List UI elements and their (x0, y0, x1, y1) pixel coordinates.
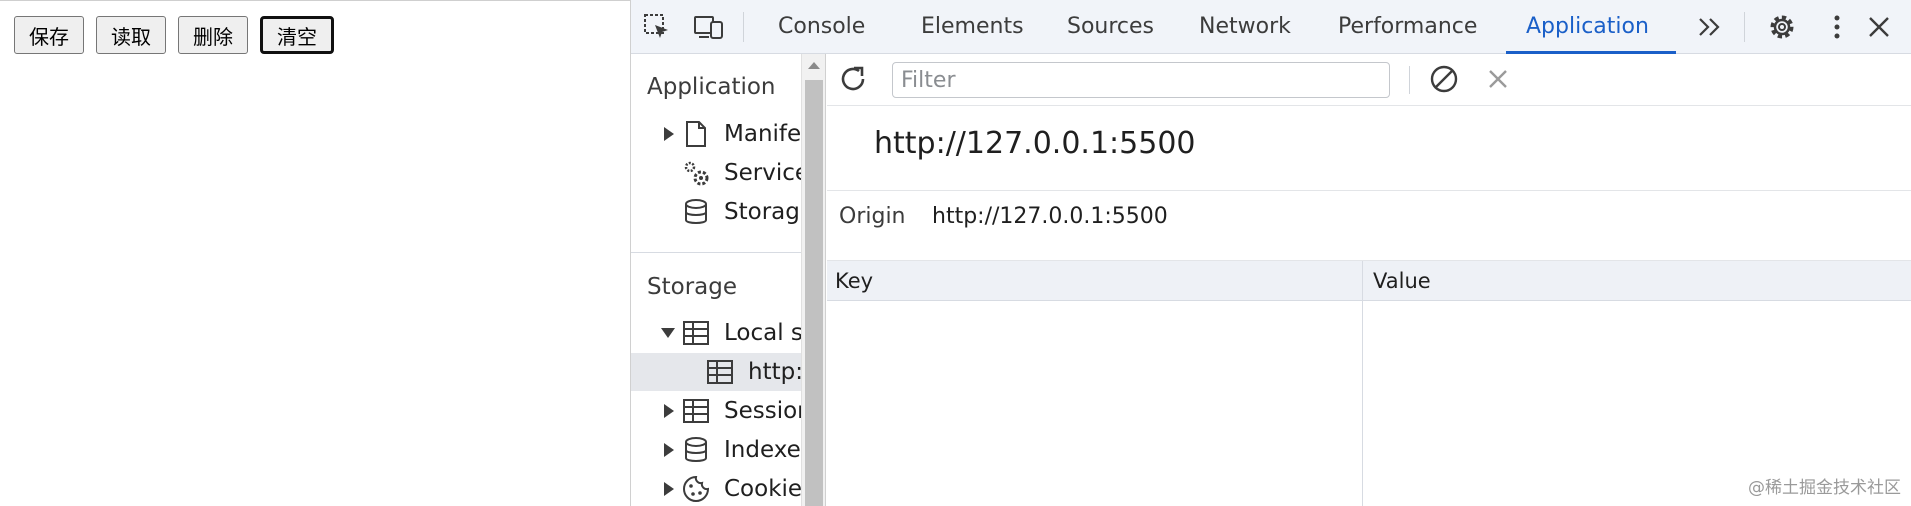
application-sidebar: Application Manifest Service workers (631, 54, 801, 506)
gears-icon (681, 158, 711, 188)
sidebar-item-local-storage[interactable]: Local storage (631, 314, 801, 352)
chevrons-right-icon[interactable] (1694, 12, 1726, 42)
tab-sources[interactable]: Sources (1067, 0, 1154, 54)
tab-application[interactable]: Application (1526, 0, 1649, 54)
toolbar-divider (1744, 12, 1745, 42)
database-icon (681, 197, 711, 227)
column-header-key[interactable]: Key (835, 261, 873, 301)
origin-value: http://127.0.0.1:5500 (932, 204, 1168, 229)
page-content: 保存 读取 删除 清空 (0, 0, 630, 506)
clear-button[interactable]: 清空 (260, 16, 334, 54)
column-divider[interactable] (1362, 261, 1363, 506)
sidebar-item-storage[interactable]: Storage (631, 193, 801, 231)
clear-all-icon[interactable] (1428, 64, 1460, 94)
sidebar-item-indexeddb[interactable]: IndexedDB (631, 431, 801, 469)
sidebar-item-label: http://127.0.0.1:5500 (748, 359, 801, 385)
scrollbar-thumb[interactable] (805, 80, 823, 506)
sidebar-item-local-storage-origin[interactable]: http://127.0.0.1:5500 (631, 353, 801, 391)
tab-elements[interactable]: Elements (921, 0, 1024, 54)
storage-panel: http://127.0.0.1:5500 Origin http://127.… (827, 54, 1911, 506)
table-icon (681, 318, 711, 348)
sidebar-item-label: Local storage (724, 320, 801, 346)
filter-input[interactable] (892, 62, 1390, 98)
storage-table-header: Key Value (827, 261, 1911, 301)
sidebar-item-service-workers[interactable]: Service workers (631, 154, 801, 192)
sidebar-section-heading: Storage (647, 274, 737, 300)
scroll-up-arrow-icon[interactable] (808, 62, 820, 69)
devtools-panel: Console Elements Sources Network Perform… (630, 0, 1911, 506)
toolbar-divider (1409, 66, 1410, 94)
sidebar-section-heading: Application (647, 74, 776, 100)
sidebar-item-label: Session storage (724, 398, 801, 424)
cookie-icon (681, 474, 711, 504)
table-icon (681, 396, 711, 426)
origin-label: Origin (839, 204, 906, 229)
origin-title: http://127.0.0.1:5500 (874, 126, 1196, 161)
expand-arrow-icon[interactable] (664, 127, 674, 141)
delete-selected-icon[interactable] (1482, 64, 1514, 94)
collapse-arrow-icon[interactable] (661, 328, 675, 338)
more-vertical-icon[interactable] (1821, 12, 1853, 42)
expand-arrow-icon[interactable] (664, 482, 674, 496)
device-toolbar-icon[interactable] (693, 12, 725, 42)
close-icon[interactable] (1863, 12, 1895, 42)
sidebar-divider (631, 252, 801, 253)
expand-arrow-icon[interactable] (664, 443, 674, 457)
sidebar-item-label: Service workers (724, 160, 801, 186)
toolbar-divider (743, 12, 744, 42)
read-button[interactable]: 读取 (96, 16, 166, 54)
settings-gear-icon[interactable] (1766, 12, 1798, 42)
sidebar-item-manifest[interactable]: Manifest (631, 115, 801, 153)
storage-toolbar (827, 54, 1911, 106)
tab-console[interactable]: Console (778, 0, 865, 54)
section-divider (827, 190, 1911, 191)
tab-performance[interactable]: Performance (1338, 0, 1477, 54)
sidebar-item-session-storage[interactable]: Session storage (631, 392, 801, 430)
watermark: @稀土掘金技术社区 (1748, 478, 1901, 498)
sidebar-item-label: IndexedDB (724, 437, 801, 463)
sidebar-item-label: Manifest (724, 121, 801, 147)
inspect-element-icon[interactable] (641, 12, 673, 42)
devtools-tab-bar: Console Elements Sources Network Perform… (631, 0, 1911, 54)
sidebar-item-cookies[interactable]: Cookies (631, 470, 801, 506)
sidebar-item-label: Storage (724, 199, 801, 225)
delete-button[interactable]: 删除 (178, 16, 248, 54)
save-button[interactable]: 保存 (14, 16, 84, 54)
document-icon (681, 119, 711, 149)
refresh-icon[interactable] (837, 64, 869, 94)
tab-network[interactable]: Network (1199, 0, 1291, 54)
table-icon (705, 357, 735, 387)
expand-arrow-icon[interactable] (664, 404, 674, 418)
sidebar-scrollbar[interactable] (801, 54, 826, 506)
column-header-value[interactable]: Value (1373, 261, 1431, 301)
database-icon (681, 435, 711, 465)
sidebar-item-label: Cookies (724, 476, 801, 502)
